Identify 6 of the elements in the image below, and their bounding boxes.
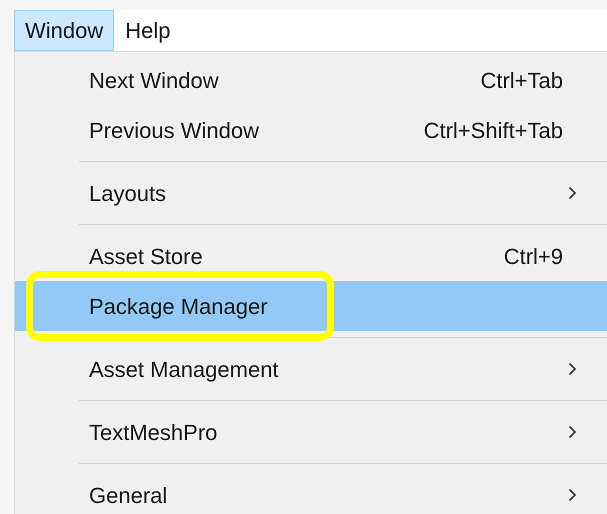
chevron-right-icon (568, 186, 577, 200)
chevron-right-icon (568, 425, 577, 439)
menu-item[interactable]: Package Manager (15, 281, 607, 331)
chevron-right-icon (568, 362, 577, 376)
chevron-right-icon (568, 488, 577, 502)
menu-bar-item[interactable]: Window (14, 10, 114, 51)
